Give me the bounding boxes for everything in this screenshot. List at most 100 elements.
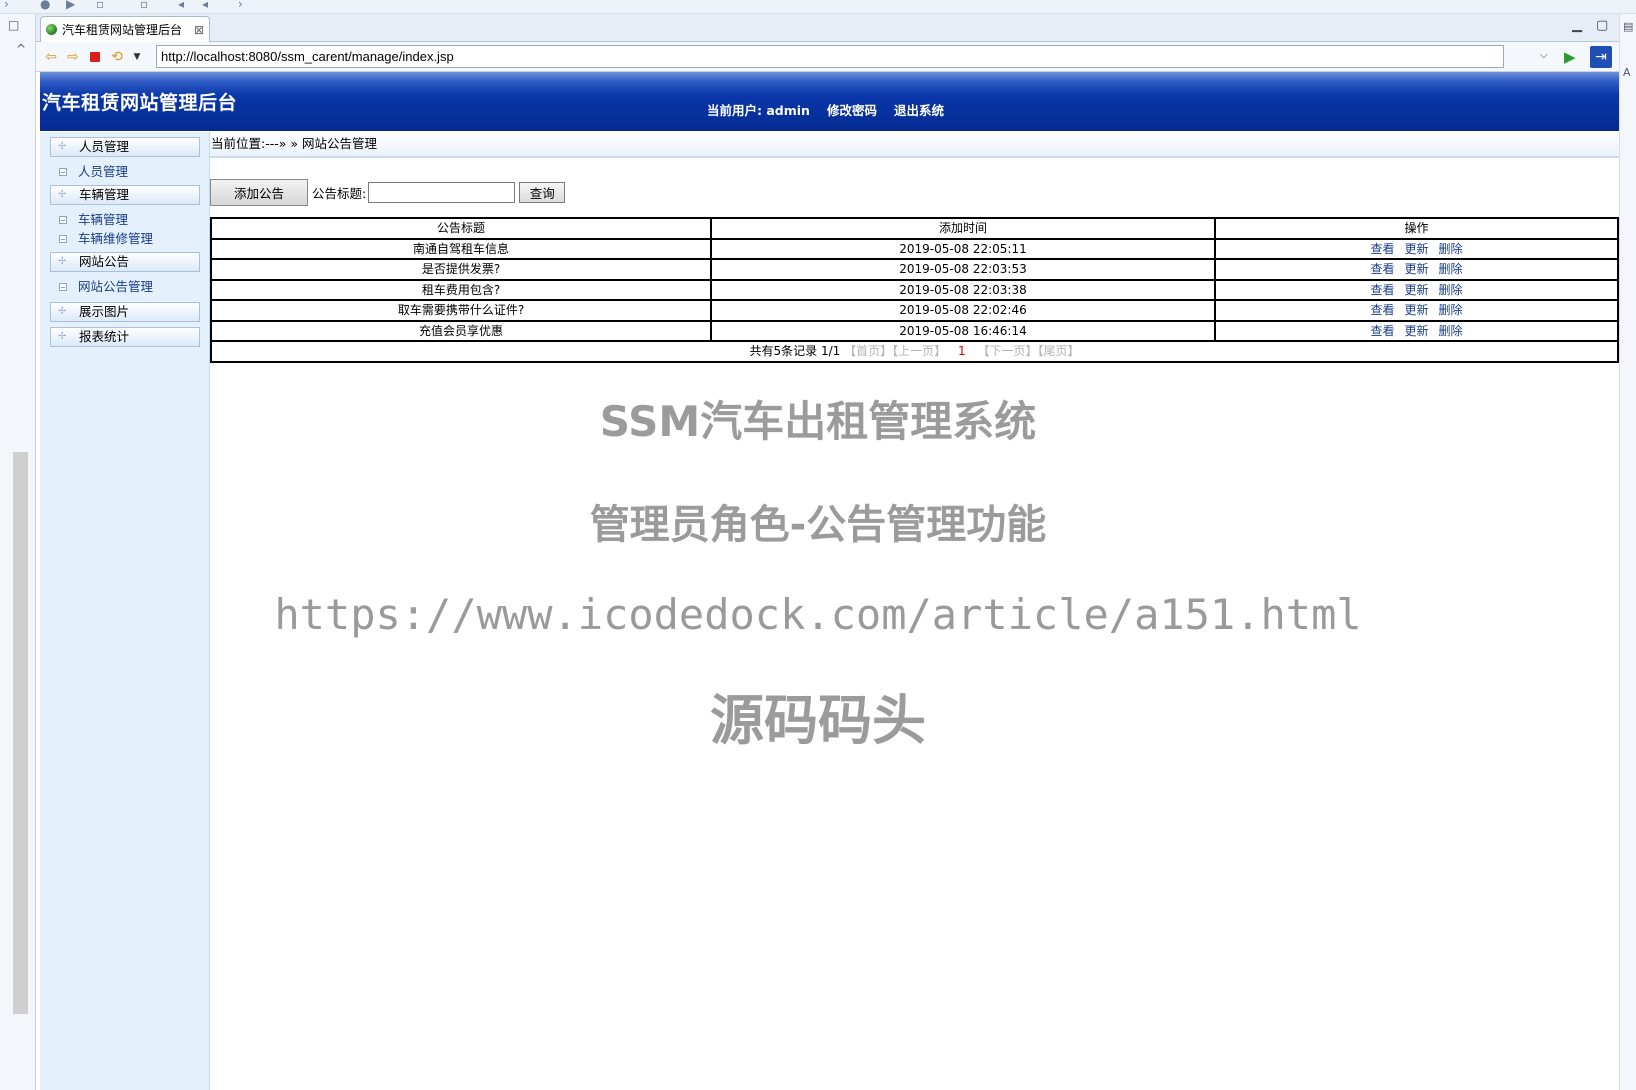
- notice-title: 是否提供发票?: [210, 258, 712, 281]
- plus-icon: ✢: [58, 141, 67, 152]
- logout-link[interactable]: 退出系统: [894, 100, 944, 119]
- plus-icon: ✢: [58, 331, 67, 342]
- delete-link[interactable]: 删除: [1439, 324, 1463, 338]
- notice-time: 2019-05-08 22:02:46: [710, 299, 1216, 322]
- query-button[interactable]: 查询: [519, 181, 566, 203]
- view-link[interactable]: 查看: [1370, 303, 1394, 317]
- view-link[interactable]: 查看: [1370, 262, 1394, 276]
- pager-prev[interactable]: 【上一页】: [892, 344, 946, 358]
- column-header-title: 公告标题: [210, 217, 712, 240]
- restore-icon[interactable]: □: [8, 18, 19, 32]
- minimize-icon[interactable]: ▁: [1572, 18, 1582, 33]
- refresh-icon[interactable]: ⟲: [108, 48, 126, 66]
- sidebar-link-label: 车辆管理: [78, 212, 129, 227]
- update-link[interactable]: 更新: [1404, 324, 1428, 338]
- sidebar-section-label: 人员管理: [79, 139, 130, 154]
- browser-nav-bar: ⇦ ⇨ ⟲ ▼ http://localhost:8080/ssm_carent…: [36, 42, 1619, 72]
- globe-icon: [46, 24, 57, 35]
- notice-time: 2019-05-08 22:03:53: [710, 258, 1216, 281]
- url-dropdown-icon[interactable]: ⌵: [1540, 50, 1548, 61]
- toolbar-copy-icon[interactable]: ▫: [140, 0, 148, 11]
- ide-toolbar: › ● ▶ ▫ ▫ ◂ ◂ ›: [0, 0, 1636, 14]
- row-actions: 查看 更新 删除: [1214, 237, 1619, 260]
- pager-first[interactable]: 【首页】: [844, 344, 892, 358]
- sidebar-section-label: 网站公告: [79, 254, 130, 269]
- update-link[interactable]: 更新: [1404, 283, 1428, 297]
- delete-link[interactable]: 删除: [1439, 303, 1463, 317]
- sidebar-section-images[interactable]: ✢ 展示图片: [50, 302, 200, 322]
- forward-arrow-icon[interactable]: ⇨: [64, 48, 82, 66]
- notice-time: 2019-05-08 16:46:14: [710, 319, 1216, 342]
- browser-tab[interactable]: 汽车租赁网站管理后台 ⊠: [40, 16, 210, 42]
- delete-link[interactable]: 删除: [1439, 242, 1463, 256]
- notice-title: 充值会员享优惠: [210, 319, 712, 342]
- toolbar-back-icon[interactable]: ◂: [178, 0, 184, 11]
- pager-next[interactable]: 【下一页】: [977, 344, 1037, 358]
- maximize-icon[interactable]: ▢: [1596, 18, 1608, 33]
- toolbar-arrow-icon[interactable]: ›: [4, 0, 9, 11]
- outline-icon[interactable]: ▤: [1623, 20, 1633, 33]
- sidebar-section-label: 展示图片: [79, 304, 130, 319]
- back-arrow-icon[interactable]: ⇦: [42, 48, 60, 66]
- site-title: 汽车租赁网站管理后台: [42, 92, 238, 114]
- delete-link[interactable]: 删除: [1439, 283, 1463, 297]
- notice-title: 取车需要携带什么证件?: [210, 299, 712, 322]
- sidebar-section-label: 报表统计: [79, 329, 130, 344]
- view-link[interactable]: 查看: [1370, 283, 1394, 297]
- close-icon[interactable]: ⊠: [194, 23, 204, 37]
- column-header-time: 添加时间: [710, 217, 1216, 240]
- pager-current: 1: [957, 344, 966, 359]
- view-link[interactable]: 查看: [1370, 242, 1394, 256]
- notice-table: 公告标题 添加时间 操作 南通自驾租车信息 2019-05-08 22:05:1…: [210, 217, 1619, 363]
- row-actions: 查看 更新 删除: [1214, 278, 1619, 301]
- sidebar-link-label: 车辆维修管理: [78, 231, 154, 246]
- add-notice-button[interactable]: 添加公告: [210, 178, 308, 206]
- pager-row: 共有5条记录 1/1 【首页】【上一页】 1 【下一页】【尾页】: [210, 340, 1619, 363]
- open-external-icon[interactable]: ⇥: [1590, 46, 1612, 68]
- sidebar-section-vehicles[interactable]: ✢ 车辆管理: [50, 185, 200, 205]
- row-actions: 查看 更新 删除: [1214, 258, 1619, 281]
- table-row: 是否提供发票? 2019-05-08 22:03:53 查看 更新 删除: [210, 258, 1619, 281]
- url-field[interactable]: http://localhost:8080/ssm_carent/manage/…: [156, 45, 1504, 68]
- pager-last[interactable]: 【尾页】: [1037, 344, 1079, 358]
- toolbar-next-icon[interactable]: ›: [238, 0, 243, 11]
- header-links: 当前用户: admin 修改密码 退出系统: [707, 100, 944, 119]
- toolbar-run-icon[interactable]: ▶: [66, 0, 75, 11]
- sidebar-link-vehicle-management[interactable]: 车辆管理: [50, 211, 200, 229]
- go-icon[interactable]: ▶: [1564, 48, 1576, 66]
- sidebar-section-reports[interactable]: ✢ 报表统计: [50, 327, 200, 347]
- stop-icon[interactable]: [86, 48, 104, 66]
- history-dropdown-icon[interactable]: ▼: [128, 48, 146, 66]
- sidebar-section-personnel[interactable]: ✢ 人员管理: [50, 137, 200, 157]
- overlay-url: https://www.icodedock.com/article/a151.h…: [274, 590, 1362, 639]
- view-link[interactable]: 查看: [1370, 324, 1394, 338]
- update-link[interactable]: 更新: [1404, 242, 1428, 256]
- notice-time: 2019-05-08 22:03:38: [710, 278, 1216, 301]
- change-password-link[interactable]: 修改密码: [827, 100, 877, 119]
- notice-title-input[interactable]: [368, 181, 516, 203]
- sidebar-link-announcement-management[interactable]: 网站公告管理: [50, 278, 200, 296]
- toolbar-forward-icon[interactable]: ◂: [202, 0, 208, 11]
- minus-box-icon: [59, 283, 67, 291]
- notice-title: 南通自驾租车信息: [210, 237, 712, 260]
- notice-time: 2019-05-08 22:05:11: [710, 237, 1216, 260]
- sidebar-section-announcements[interactable]: ✢ 网站公告: [50, 252, 200, 272]
- update-link[interactable]: 更新: [1404, 303, 1428, 317]
- chevron-up-icon[interactable]: ^: [16, 42, 26, 56]
- column-header-actions: 操作: [1214, 217, 1619, 240]
- overlay-subtitle: 管理员角色-公告管理功能: [589, 502, 1047, 548]
- sidebar-link-personnel-management[interactable]: 人员管理: [50, 163, 200, 181]
- letter-a-icon: A: [1623, 66, 1631, 79]
- toolbar-globe-icon[interactable]: ●: [40, 0, 50, 11]
- sidebar-section-label: 车辆管理: [79, 187, 130, 202]
- toolbar-page-icon[interactable]: ▫: [96, 0, 104, 11]
- tab-title: 汽车租赁网站管理后台: [62, 23, 183, 37]
- overlay-brand: 源码码头: [710, 689, 926, 752]
- pager-summary: 共有5条记录 1/1: [749, 344, 841, 359]
- sidebar-link-vehicle-repair[interactable]: 车辆维修管理: [50, 230, 200, 248]
- update-link[interactable]: 更新: [1404, 262, 1428, 276]
- pager: 共有5条记录 1/1 【首页】【上一页】 1 【下一页】【尾页】: [210, 340, 1619, 363]
- delete-link[interactable]: 删除: [1439, 262, 1463, 276]
- minus-box-icon: [59, 235, 67, 243]
- row-actions: 查看 更新 删除: [1214, 319, 1619, 342]
